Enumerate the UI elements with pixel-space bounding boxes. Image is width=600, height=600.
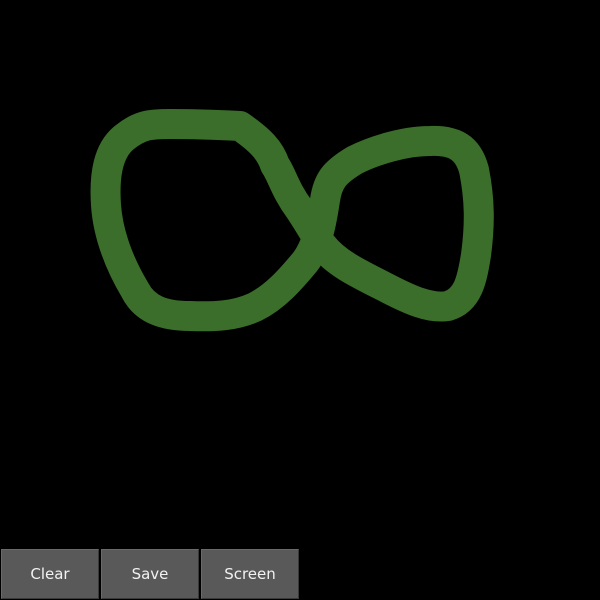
drawing-canvas[interactable]	[0, 0, 600, 548]
bottom-toolbar: Clear Save Screen	[0, 549, 600, 600]
clear-button[interactable]: Clear	[1, 549, 99, 599]
save-button[interactable]: Save	[101, 549, 199, 599]
paint-app: Clear Save Screen	[0, 0, 600, 600]
drawing-surface[interactable]	[0, 0, 600, 548]
screen-button[interactable]: Screen	[201, 549, 299, 599]
freehand-stroke	[90, 109, 494, 332]
